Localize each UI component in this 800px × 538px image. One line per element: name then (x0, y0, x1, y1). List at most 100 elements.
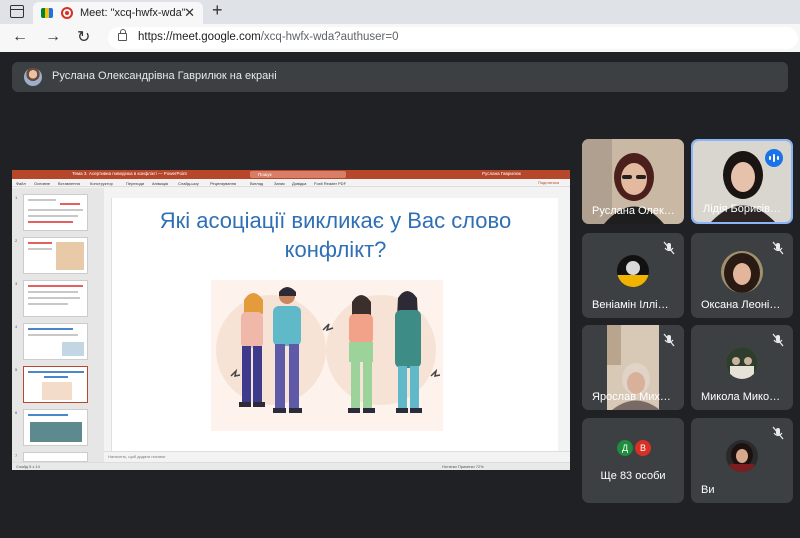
speak-bar (777, 156, 779, 160)
ppt-share-button[interactable]: Поділитися (538, 180, 559, 185)
ribbon-tab[interactable]: Основне (34, 181, 50, 186)
notes-placeholder: Натисніть, щоб додати нотатки (108, 454, 166, 459)
more-participants-tile[interactable]: Д В Ще 83 особи (582, 418, 684, 503)
slide-thumbnail[interactable]: 6 (15, 409, 88, 446)
ppt-search-placeholder: Пошук (258, 171, 272, 177)
ribbon-tab[interactable]: Вигляд (250, 181, 263, 186)
participant-name: Веніамін Іллі… (592, 299, 669, 311)
notes-pane[interactable]: Натисніть, щоб додати нотатки (104, 451, 570, 462)
slide-thumbnail[interactable]: 2 (15, 237, 88, 274)
ribbon-tab[interactable]: Довідка (292, 181, 306, 186)
slide-number: 3 (15, 281, 18, 286)
ribbon-tab[interactable]: Foxit Reader PDF (314, 181, 346, 186)
participant-tile[interactable]: Руслана Олек… (582, 139, 684, 224)
thumb-line (28, 371, 84, 373)
tab-close-icon[interactable]: ✕ (184, 5, 195, 21)
status-view-controls[interactable]: Нотатки Примітки 72% (442, 464, 484, 469)
recording-indicator-icon (61, 7, 73, 19)
ribbon-tab[interactable]: Файл (16, 181, 26, 186)
forward-arrow-icon[interactable]: → (45, 28, 61, 46)
person-leg (363, 360, 372, 408)
ribbon-tab[interactable]: Переходи (126, 181, 144, 186)
lock-icon[interactable] (118, 29, 127, 41)
person-shoe (348, 408, 360, 413)
person-shoe (396, 408, 408, 413)
status-slide-count: Слайд 5 з 14 (16, 464, 40, 469)
ppt-app-title: Тема 3. Асертивна поведінка в конфлікті … (72, 171, 187, 176)
participant-tile[interactable]: Микола Мико… (691, 325, 793, 410)
participant-initial-avatar: В (635, 440, 651, 456)
mic-off-icon (772, 241, 784, 255)
person-leg (275, 344, 285, 408)
person-shoe (273, 408, 286, 413)
slide-thumbnail[interactable]: 4 (15, 323, 88, 360)
ribbon-tab[interactable]: Рецензування (210, 181, 236, 186)
participant-tile-speaking[interactable]: Лідія Борисів… (691, 139, 793, 224)
speaking-indicator-icon (765, 149, 783, 167)
participant-tile[interactable]: Ярослав Мих… (582, 325, 684, 410)
bg-blob (216, 295, 326, 405)
thumb-line (28, 215, 78, 217)
slide-thumbnail-pane: 1 2 3 4 5 6 7 (12, 188, 104, 462)
participant-tile[interactable]: Веніамін Іллі… (582, 233, 684, 318)
thumb-line (28, 291, 78, 293)
person-body (273, 306, 301, 346)
new-tab-button[interactable]: + (212, 0, 223, 21)
ribbon-tab[interactable]: Слайд-шоу (178, 181, 199, 186)
ppt-title-bar: Тема 3. Асертивна поведінка в конфлікті … (12, 170, 570, 179)
ribbon-tab[interactable]: Запис (274, 181, 285, 186)
presenter-avatar (24, 68, 42, 86)
slide-thumbnail[interactable]: 7 (15, 452, 88, 462)
mic-off-icon (663, 333, 675, 347)
ribbon-tab[interactable]: Анімація (152, 181, 168, 186)
thumb-line (28, 303, 68, 305)
thumb-line (28, 297, 80, 299)
person-body (349, 314, 373, 344)
slide-number: 1 (15, 195, 18, 200)
tension-spark (430, 368, 441, 377)
reload-icon[interactable]: ↻ (77, 27, 90, 47)
slide-number: 5 (15, 367, 18, 372)
slide-thumbnail-active[interactable]: 5 (15, 366, 88, 403)
back-arrow-icon[interactable]: ← (12, 28, 28, 46)
mic-off-icon (663, 241, 675, 255)
ribbon-tab[interactable]: Конструктор (90, 181, 113, 186)
participant-name: Оксана Леоні… (701, 299, 781, 311)
url-field[interactable]: https://meet.google.com/xcq-hwfx-wda?aut… (108, 27, 798, 49)
person-shoe (410, 408, 422, 413)
thumb-line (28, 221, 73, 223)
participant-avatar (617, 255, 649, 287)
slide-thumbnail[interactable]: 3 (15, 280, 88, 317)
tab-actions-icon[interactable] (10, 5, 24, 18)
browser-tab-bar: Meet: "xcq-hwfx-wda" ✕ + (0, 0, 800, 24)
thumb-line (28, 285, 83, 287)
person-face (731, 162, 755, 192)
participant-tile[interactable]: Оксана Леоні… (691, 233, 793, 318)
url-host: https://meet.google.com (138, 31, 261, 43)
shared-screen[interactable]: Тема 3. Асертивна поведінка в конфлікті … (12, 170, 570, 470)
participant-name: Ви (701, 484, 715, 496)
url-text[interactable]: https://meet.google.com/xcq-hwfx-wda?aut… (138, 31, 399, 43)
self-tile[interactable]: Ви (691, 418, 793, 503)
person-leg (289, 344, 299, 408)
current-slide[interactable]: Які асоціації викликає у Вас слово конфл… (111, 198, 558, 451)
thumb-line (28, 199, 56, 201)
self-avatar (726, 440, 758, 472)
slide-illustration (211, 280, 443, 431)
person-leg (398, 366, 407, 408)
person-shoe (289, 408, 302, 413)
thumb-line (28, 242, 52, 244)
slide-number: 7 (15, 453, 18, 458)
browser-tab[interactable]: Meet: "xcq-hwfx-wda" ✕ (33, 2, 203, 24)
url-path: /xcq-hwfx-wda?authuser=0 (260, 31, 399, 43)
thumb-picture (62, 342, 84, 356)
slide-thumbnail[interactable]: 1 (15, 194, 88, 231)
mic-off-icon (772, 426, 784, 440)
thumb-picture (30, 422, 82, 442)
ribbon-tab[interactable]: Вставлення (58, 181, 80, 186)
slide-number: 2 (15, 238, 18, 243)
participant-name: Лідія Борисів… (703, 203, 781, 215)
ppt-search-box[interactable]: Пошук (250, 171, 346, 178)
person-leg (351, 360, 360, 408)
slide-number: 4 (15, 324, 18, 329)
